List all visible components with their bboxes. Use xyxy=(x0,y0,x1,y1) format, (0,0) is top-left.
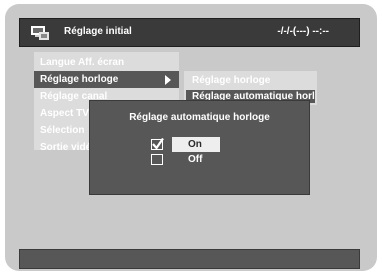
chevron-right-icon xyxy=(165,75,171,85)
dvd-recorder-icon xyxy=(31,26,49,40)
footer-bar xyxy=(19,249,360,269)
clock-display: -/-/-(---) --:-- xyxy=(277,26,329,37)
option-label: On xyxy=(188,139,202,150)
option-label: Off xyxy=(188,154,203,165)
option-off[interactable]: Off xyxy=(172,152,220,167)
menu-item-label: Sélection xyxy=(40,125,85,136)
page-title: Réglage initial xyxy=(64,26,132,37)
on-checkbox[interactable] xyxy=(151,138,164,150)
menu-item-reglage-horloge[interactable]: Réglage horloge xyxy=(34,71,179,88)
checkmark-icon xyxy=(152,138,164,150)
menu-item-label: Langue Aff. écran xyxy=(40,57,125,68)
menu-item-langue[interactable]: Langue Aff. écran xyxy=(34,54,179,71)
dialog-title: Réglage automatique horloge xyxy=(129,112,270,123)
menu-item-label: Aspect TV xyxy=(40,108,89,119)
off-checkbox[interactable] xyxy=(151,154,163,165)
option-on[interactable]: On xyxy=(172,137,220,152)
auto-clock-dialog: Réglage automatique horloge On Off xyxy=(89,100,310,195)
submenu-title: Réglage horloge xyxy=(192,75,271,86)
tv-screen: Réglage initial -/-/-(---) --:-- Langue … xyxy=(5,4,377,271)
header-bar: Réglage initial -/-/-(---) --:-- xyxy=(19,18,360,47)
menu-item-label: Réglage horloge xyxy=(40,74,119,85)
